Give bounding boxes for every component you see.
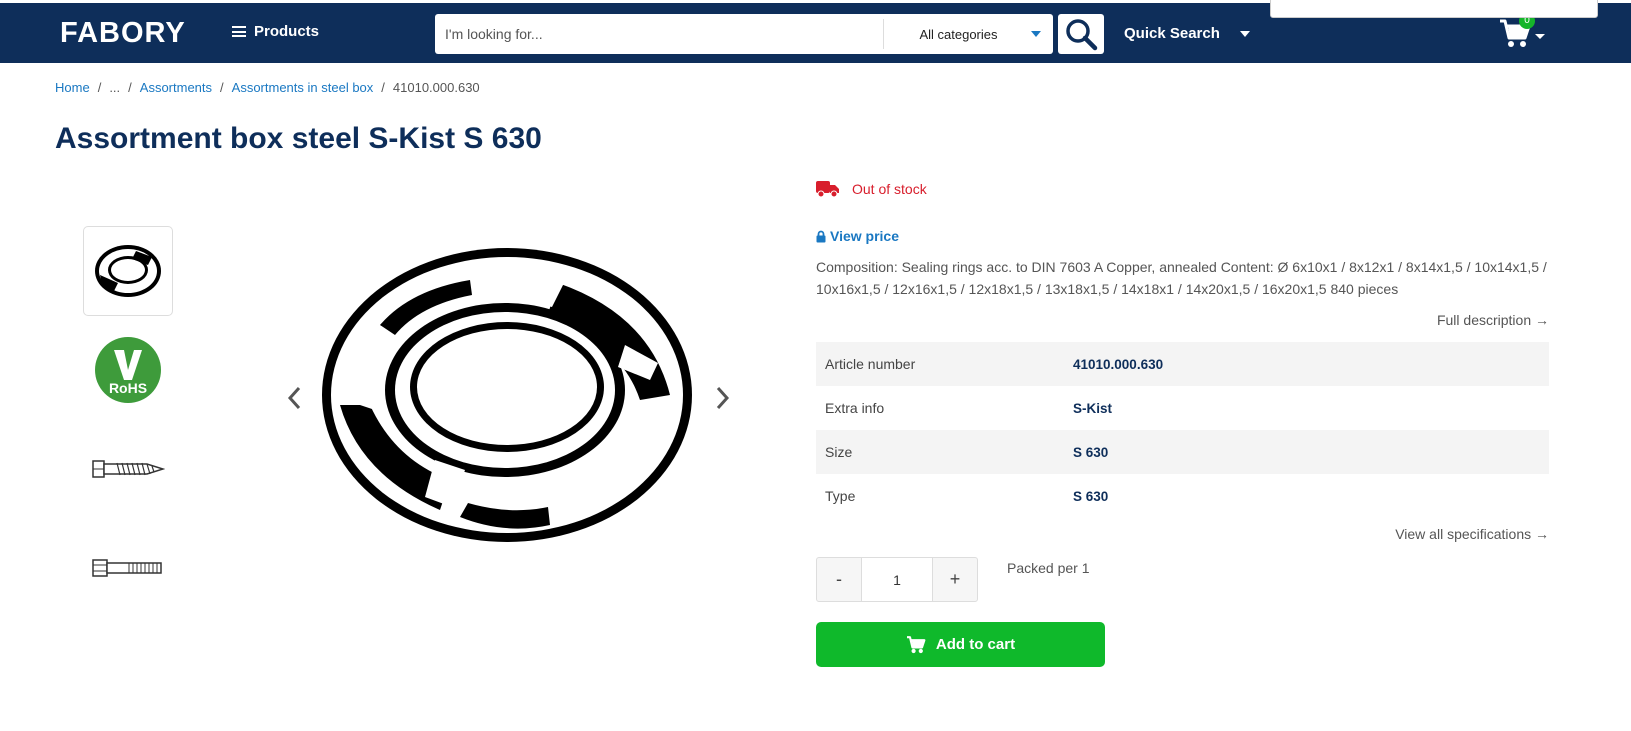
breadcrumb-assortments-steel-box[interactable]: Assortments in steel box bbox=[232, 80, 374, 95]
quick-search-label: Quick Search bbox=[1124, 25, 1220, 42]
thumbnail-sealing-ring[interactable] bbox=[83, 226, 173, 316]
stock-status-label: Out of stock bbox=[852, 181, 927, 197]
search-input[interactable] bbox=[435, 14, 883, 54]
hamburger-icon bbox=[232, 26, 246, 37]
breadcrumb-current: 41010.000.630 bbox=[392, 80, 480, 95]
spec-label: Article number bbox=[825, 356, 916, 372]
spec-row-article-number: Article number 41010.000.630 bbox=[816, 342, 1549, 386]
fabory-logo[interactable]: FABORY bbox=[60, 17, 186, 50]
spec-value: 41010.000.630 bbox=[1073, 356, 1164, 372]
search-icon bbox=[1066, 19, 1098, 51]
quantity-increase-button[interactable]: + bbox=[933, 558, 977, 601]
shopping-cart-icon bbox=[906, 635, 926, 653]
dropdown-popover bbox=[1270, 0, 1598, 18]
breadcrumb-home[interactable]: Home bbox=[55, 80, 90, 95]
spec-value: S 630 bbox=[1073, 444, 1109, 460]
main-product-image bbox=[322, 248, 692, 542]
products-menu-button[interactable]: Products bbox=[232, 23, 319, 40]
chevron-down-icon bbox=[1239, 30, 1250, 37]
wood-screw-image bbox=[92, 460, 165, 478]
quantity-decrease-button[interactable]: - bbox=[817, 558, 861, 601]
quantity-stepper: - + bbox=[816, 557, 978, 602]
svg-text:RoHS: RoHS bbox=[109, 380, 147, 396]
breadcrumb-ellipsis[interactable]: ... bbox=[109, 80, 120, 95]
breadcrumb: Home / ... / Assortments / Assortments i… bbox=[55, 80, 480, 95]
spec-label: Extra info bbox=[825, 400, 885, 416]
category-select[interactable]: All categories bbox=[884, 14, 1053, 54]
stock-status: Out of stock bbox=[816, 180, 927, 198]
spec-table: Article number 41010.000.630 Extra info … bbox=[816, 342, 1549, 518]
spec-row-type: Type S 630 bbox=[816, 474, 1549, 518]
quantity-input[interactable] bbox=[861, 558, 933, 601]
lock-icon bbox=[816, 230, 826, 242]
breadcrumb-separator: / bbox=[381, 80, 385, 95]
breadcrumb-assortments[interactable]: Assortments bbox=[140, 80, 212, 95]
quick-search-button[interactable]: Quick Search bbox=[1124, 25, 1250, 42]
full-description-link[interactable]: Full description → bbox=[1437, 312, 1549, 328]
breadcrumb-separator: / bbox=[97, 80, 102, 95]
thumbnail-wood-screw[interactable] bbox=[83, 424, 173, 514]
packed-per-label: Packed per 1 bbox=[1007, 560, 1090, 576]
spec-value: S-Kist bbox=[1073, 400, 1113, 416]
page-title: Assortment box steel S-Kist S 630 bbox=[55, 122, 542, 155]
rohs-icon: RoHS bbox=[95, 337, 161, 403]
chevron-down-icon bbox=[1031, 31, 1041, 37]
breadcrumb-separator: / bbox=[220, 80, 224, 95]
add-to-cart-button[interactable]: Add to cart bbox=[816, 622, 1105, 667]
spec-label: Type bbox=[825, 488, 856, 504]
spec-row-size: Size S 630 bbox=[816, 430, 1549, 474]
add-to-cart-label: Add to cart bbox=[935, 636, 1016, 653]
delivery-truck-icon bbox=[816, 181, 839, 198]
search-bar: All categories bbox=[435, 14, 1053, 54]
products-label: Products bbox=[254, 23, 320, 40]
category-select-value: All categories bbox=[919, 26, 998, 42]
thumbnail-rohs[interactable]: RoHS bbox=[83, 325, 173, 415]
chevron-right-icon[interactable] bbox=[712, 385, 732, 411]
chevron-left-icon[interactable] bbox=[285, 385, 305, 411]
view-all-specifications-link[interactable]: View all specifications → bbox=[1395, 526, 1549, 542]
chevron-down-icon bbox=[1535, 34, 1545, 39]
view-price-label: View price bbox=[830, 228, 900, 244]
thumbnail-socket-bolt[interactable] bbox=[83, 523, 173, 613]
search-button[interactable] bbox=[1058, 14, 1104, 54]
view-price-link[interactable]: View price bbox=[816, 228, 899, 244]
spec-label: Size bbox=[825, 444, 853, 460]
product-composition: Composition: Sealing rings acc. to DIN 7… bbox=[816, 259, 1547, 297]
spec-value: S 630 bbox=[1073, 488, 1109, 504]
spec-row-extra-info: Extra info S-Kist bbox=[816, 386, 1549, 430]
socket-bolt-image bbox=[92, 559, 162, 577]
cart-button[interactable]: 0 bbox=[1499, 13, 1545, 54]
breadcrumb-separator: / bbox=[128, 80, 132, 95]
sealing-ring-image bbox=[95, 245, 161, 297]
